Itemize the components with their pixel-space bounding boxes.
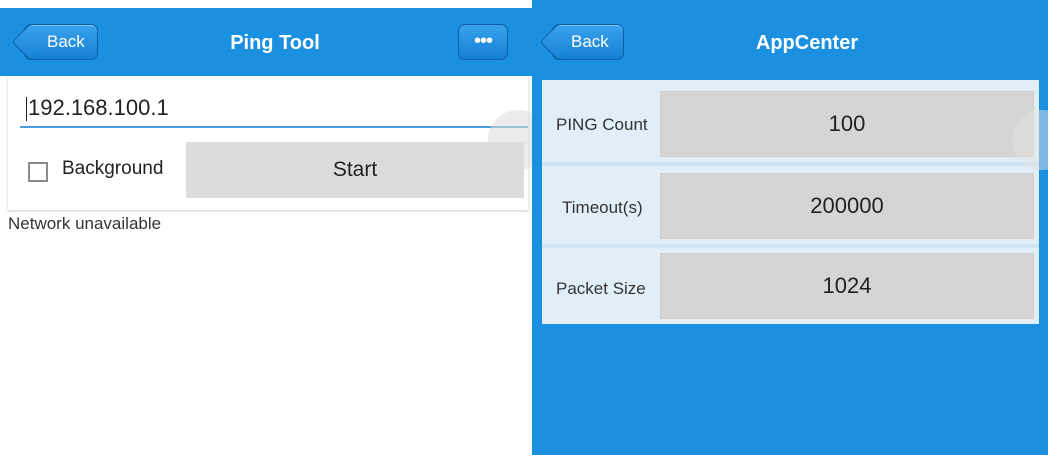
page-title: AppCenter: [755, 32, 859, 54]
background-label: Background: [62, 158, 164, 179]
timeout-row: Timeout(s) 200000: [542, 166, 1039, 246]
ping-count-label: PING Count: [556, 115, 648, 134]
ip-address-input[interactable]: 192.168.100.1: [20, 90, 528, 128]
back-label: Back: [47, 32, 85, 51]
ping-count-field[interactable]: 100: [660, 91, 1034, 157]
timeout-field[interactable]: 200000: [660, 173, 1034, 239]
more-icon: •••: [473, 30, 493, 52]
start-button[interactable]: Start: [186, 142, 524, 198]
back-button[interactable]: Back: [552, 24, 624, 60]
ping-settings-form: PING Count 100 Timeout(s) 200000 Packet …: [542, 80, 1039, 324]
ping-count-row: PING Count 100: [542, 84, 1039, 164]
packet-size-row: Packet Size 1024: [542, 246, 1039, 326]
timeout-label: Timeout(s): [562, 198, 643, 217]
status-text: Network unavailable: [8, 214, 162, 233]
packet-size-label: Packet Size: [556, 279, 646, 298]
ping-tool-panel: Back Ping Tool ••• 192.168.100.1 Backgro…: [0, 0, 548, 455]
ping-tool-header: Back Ping Tool •••: [0, 8, 532, 76]
back-button[interactable]: Back: [24, 24, 98, 60]
more-options-button[interactable]: •••: [458, 24, 508, 60]
back-label: Back: [571, 32, 609, 51]
appcenter-header: Back AppCenter: [532, 8, 1048, 76]
packet-size-field[interactable]: 1024: [660, 253, 1034, 319]
background-checkbox[interactable]: [28, 162, 48, 182]
page-title: Ping Tool: [230, 32, 320, 54]
ip-address-value: 192.168.100.1: [28, 95, 169, 120]
text-cursor: [26, 97, 27, 122]
ping-input-card: 192.168.100.1 Background Start: [8, 76, 528, 210]
appcenter-panel: Back AppCenter PING Count 100 Timeout(s)…: [532, 0, 1048, 455]
